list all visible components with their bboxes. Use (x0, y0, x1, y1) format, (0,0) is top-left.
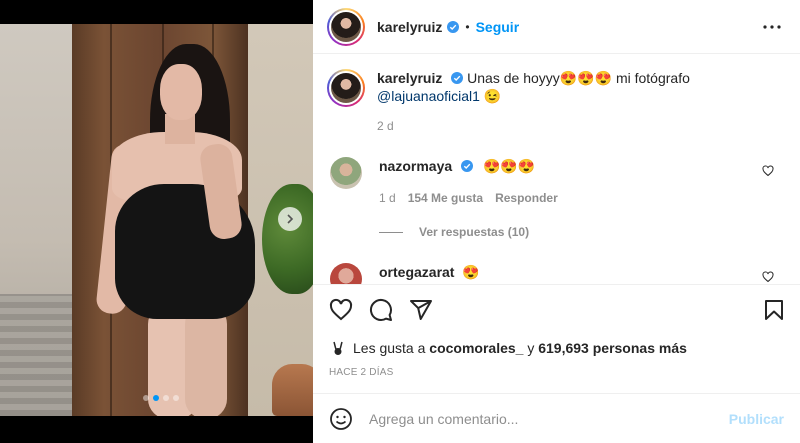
publish-button[interactable]: Publicar (729, 411, 784, 427)
comment-item: ortegazarat 😍 (327, 263, 784, 284)
post-photo[interactable] (0, 24, 313, 416)
comment-like-icon[interactable] (762, 165, 774, 177)
caption-username[interactable]: karelyruiz (377, 70, 442, 86)
more-options-button[interactable] (760, 15, 784, 39)
save-button[interactable] (762, 298, 786, 322)
comment-username[interactable]: ortegazarat (379, 264, 454, 280)
caption-emoji: 😉 (483, 88, 502, 104)
comment-age: 1 d (379, 191, 396, 205)
carousel-dot (143, 395, 149, 401)
comment-like-icon[interactable] (762, 271, 774, 283)
view-replies-button[interactable]: Ver respuestas (10) (379, 225, 784, 239)
post-actions: Les gusta a cocomorales_ y 619,693 perso… (313, 284, 800, 378)
caption-avatar[interactable] (327, 69, 365, 107)
comment-text: 😍 (462, 264, 480, 280)
post-media (0, 0, 313, 443)
verified-badge-icon (451, 72, 464, 84)
likes-user-link[interactable]: cocomorales_ (429, 340, 523, 356)
bookmark-icon (765, 300, 783, 320)
comment-button[interactable] (369, 298, 393, 322)
carousel-dot (163, 395, 169, 401)
post-side-panel: karelyruiz • Seguir karelyruiz Unas de h… (313, 0, 800, 443)
comment-reply-button[interactable]: Responder (495, 189, 558, 207)
emoji-icon[interactable] (329, 407, 353, 431)
comment-likes-link[interactable]: 154 Me gusta (408, 189, 483, 207)
like-button[interactable] (329, 298, 353, 322)
likes-prefix: Les gusta a (353, 340, 426, 356)
caption-age: 2 d (377, 119, 394, 133)
carousel-dot-active (153, 395, 159, 401)
action-bar (329, 295, 786, 325)
verified-badge-icon (461, 160, 474, 172)
post-header: karelyruiz • Seguir (313, 0, 800, 54)
follow-button[interactable]: Seguir (476, 19, 520, 35)
chevron-right-icon (287, 214, 294, 224)
comments-list[interactable]: karelyruiz Unas de hoyyy😍😍😍 mi fotógrafo… (313, 55, 800, 284)
liker-avatar-icon[interactable] (329, 339, 347, 357)
comment-avatar[interactable] (330, 157, 362, 189)
more-options-icon (763, 24, 781, 29)
comment-username[interactable]: nazormaya (379, 158, 452, 174)
likes-summary: Les gusta a cocomorales_ y 619,693 perso… (329, 339, 786, 357)
carousel-dot (173, 395, 179, 401)
post-timestamp[interactable]: HACE 2 DÍAS (329, 367, 786, 378)
author-avatar[interactable] (327, 7, 365, 46)
comment-text: 😍😍😍 (482, 158, 536, 174)
comment-avatar[interactable] (330, 263, 362, 284)
comment-item: nazormaya 😍😍😍 1 d 154 Me gusta Responder (327, 157, 784, 207)
photo-pot (272, 364, 313, 416)
carousel-next-button[interactable] (278, 207, 302, 231)
photo-floor (0, 294, 80, 416)
share-icon (410, 300, 432, 320)
photo-person (160, 64, 202, 120)
separator-dot: • (465, 19, 470, 34)
add-comment-bar: Publicar (313, 393, 800, 443)
replies-divider (379, 231, 403, 233)
share-button[interactable] (409, 298, 433, 322)
likes-count-link[interactable]: 619,693 personas más (538, 340, 687, 356)
photo-plant (262, 184, 313, 294)
post-caption: karelyruiz Unas de hoyyy😍😍😍 mi fotógrafo… (327, 69, 784, 107)
heart-icon (329, 298, 353, 321)
verified-badge-icon (447, 20, 460, 33)
caption-mention-link[interactable]: @lajuanaoficial1 (377, 88, 480, 104)
likes-connector: y (527, 340, 535, 356)
caption-text: Unas de hoyyy😍😍😍 mi fotógrafo (467, 70, 690, 86)
carousel-dots (143, 395, 179, 401)
view-replies-label: Ver respuestas (10) (419, 225, 530, 239)
comment-input[interactable] (369, 410, 729, 427)
author-username[interactable]: karelyruiz (377, 19, 442, 35)
comment-icon (369, 298, 392, 321)
